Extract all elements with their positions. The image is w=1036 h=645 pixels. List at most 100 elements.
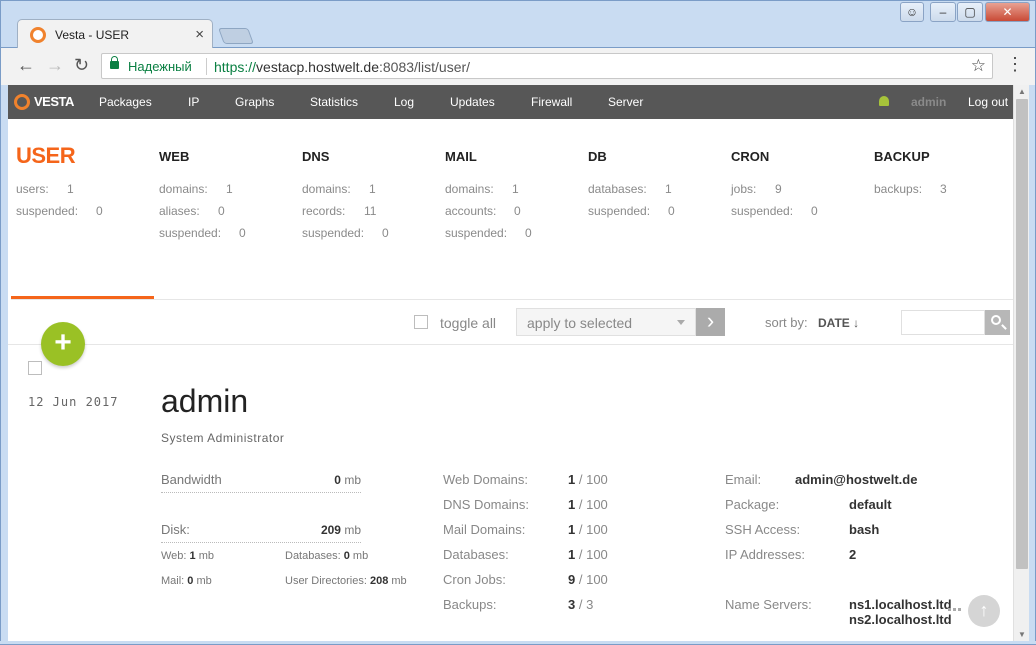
- stat-row: users: 1: [16, 182, 74, 196]
- limit-label: Mail Domains:: [443, 522, 526, 537]
- forward-arrow-icon[interactable]: →: [46, 55, 64, 76]
- nav-ip[interactable]: IP: [188, 95, 199, 109]
- stat-title-cron[interactable]: CRON: [731, 149, 769, 164]
- browser-toolbar: ← → ↻ Надежный https://vestacp.hostwelt.…: [0, 48, 1036, 85]
- ip-label: IP Addresses:: [725, 547, 805, 562]
- bandwidth-value: 0 mb: [308, 473, 361, 487]
- stat-value: 1: [369, 182, 376, 196]
- browser-tab[interactable]: Vesta - USER ×: [17, 19, 213, 49]
- add-user-button[interactable]: +: [41, 322, 85, 366]
- toggle-all-label[interactable]: toggle all: [440, 315, 496, 331]
- stat-row: domains: 1: [159, 182, 233, 196]
- udir-usage-label: User Directories:: [285, 575, 367, 587]
- scroll-thumb[interactable]: [1016, 99, 1028, 569]
- nav-firewall[interactable]: Firewall: [531, 95, 572, 109]
- url-scheme: https://: [214, 59, 257, 75]
- package-value: default: [849, 497, 892, 512]
- stat-value: 0: [525, 226, 532, 240]
- window-frame-left: [0, 85, 8, 645]
- vesta-logo-icon[interactable]: [14, 94, 30, 110]
- toggle-all-checkbox[interactable]: [414, 315, 428, 329]
- nav-graphs[interactable]: Graphs: [235, 95, 274, 109]
- user-name[interactable]: admin: [161, 383, 248, 420]
- stat-title-web[interactable]: WEB: [159, 149, 189, 164]
- stat-row: suspended: 0: [731, 204, 818, 218]
- stat-value: 11: [364, 204, 377, 218]
- mail-usage: Mail: 0 mb: [161, 575, 212, 587]
- stat-title-db[interactable]: DB: [588, 149, 607, 164]
- maximize-button[interactable]: ▢: [957, 2, 983, 22]
- disk-unit: mb: [344, 523, 361, 537]
- stat-title-backup[interactable]: BACKUP: [874, 149, 930, 164]
- new-tab-button[interactable]: [218, 28, 254, 44]
- nav-statistics[interactable]: Statistics: [310, 95, 358, 109]
- stat-label: suspended:: [159, 226, 222, 240]
- user-row-checkbox[interactable]: [28, 361, 42, 375]
- nav-user[interactable]: admin: [911, 95, 946, 109]
- more-dots-icon[interactable]: [948, 608, 962, 614]
- stat-label: suspended:: [302, 226, 365, 240]
- user-role: System Administrator: [161, 431, 285, 445]
- stat-row: jobs: 9: [731, 182, 782, 196]
- url-text: https://vestacp.hostwelt.de:8083/list/us…: [214, 59, 470, 75]
- logout-link[interactable]: Log out: [968, 95, 1008, 109]
- back-arrow-icon[interactable]: ←: [17, 55, 35, 76]
- nav-log[interactable]: Log: [394, 95, 414, 109]
- search-input[interactable]: [901, 310, 985, 335]
- window-frame-bottom: [0, 641, 1036, 645]
- stat-title-user[interactable]: USER: [16, 143, 76, 169]
- ns2-value: ns2.localhost.ltd: [849, 612, 952, 627]
- tab-close-icon[interactable]: ×: [195, 26, 204, 43]
- stat-value: 0: [811, 204, 818, 218]
- minimize-button[interactable]: –: [930, 2, 956, 22]
- web-usage: Web: 1 mb: [161, 550, 214, 562]
- bandwidth-bar: [161, 492, 361, 493]
- ssh-value: bash: [849, 522, 880, 537]
- scroll-up-icon[interactable]: ▲: [1014, 87, 1030, 96]
- browser-menu-icon[interactable]: ⋮: [1006, 54, 1024, 75]
- stat-value: 0: [668, 204, 675, 218]
- stat-row: suspended: 0: [445, 226, 532, 240]
- stat-label: databases:: [588, 182, 647, 196]
- nav-updates[interactable]: Updates: [450, 95, 495, 109]
- notification-bell-icon[interactable]: [879, 96, 889, 106]
- stats-divider: [11, 299, 1013, 300]
- sort-label: sort by:: [765, 315, 808, 330]
- limit-label: Databases:: [443, 547, 509, 562]
- user-profile-icon[interactable]: ☺: [900, 2, 924, 22]
- url-host: vestacp.hostwelt.de: [256, 59, 379, 75]
- stat-title-mail[interactable]: MAIL: [445, 149, 477, 164]
- address-bar[interactable]: Надежный https://vestacp.hostwelt.de:808…: [101, 53, 993, 79]
- limit-max: / 100: [578, 572, 608, 587]
- bookmark-star-icon[interactable]: ☆: [971, 56, 986, 76]
- search-button[interactable]: [985, 310, 1010, 335]
- vesta-app: VESTA Packages IP Graphs Statistics Log …: [8, 85, 1013, 641]
- limit-used: 9: [568, 572, 576, 587]
- stat-value: 0: [96, 204, 103, 218]
- limit-used: 1: [568, 497, 576, 512]
- stat-row: suspended: 0: [159, 226, 246, 240]
- scroll-down-icon[interactable]: ▼: [1014, 630, 1030, 639]
- scroll-to-top-button[interactable]: ↑: [968, 595, 1000, 627]
- apply-to-selected-select[interactable]: apply to selected: [516, 308, 696, 336]
- page-scrollbar[interactable]: ▲ ▼: [1013, 85, 1029, 641]
- limit-value: 3 / 3: [568, 597, 593, 612]
- stat-title-dns[interactable]: DNS: [302, 149, 329, 164]
- limit-value: 1 / 100: [568, 472, 608, 487]
- apply-go-button[interactable]: ›: [696, 308, 725, 336]
- limit-max: / 3: [578, 597, 594, 612]
- url-path: :8083/list/user/: [379, 59, 471, 75]
- email-value: admin@hostwelt.de: [795, 472, 918, 487]
- stat-label: domains:: [445, 182, 494, 196]
- stat-label: suspended:: [16, 204, 79, 218]
- reload-icon[interactable]: ↻: [74, 55, 89, 76]
- vesta-favicon-icon: [30, 27, 46, 43]
- nav-server[interactable]: Server: [608, 95, 643, 109]
- stat-row: suspended: 0: [16, 204, 103, 218]
- nav-packages[interactable]: Packages: [99, 95, 152, 109]
- vesta-logo-text[interactable]: VESTA: [34, 94, 74, 109]
- limit-value: 1 / 100: [568, 547, 608, 562]
- close-window-button[interactable]: ✕: [985, 2, 1030, 22]
- stat-label: records:: [302, 204, 346, 218]
- sort-by-date-button[interactable]: DATE ↓: [818, 316, 859, 330]
